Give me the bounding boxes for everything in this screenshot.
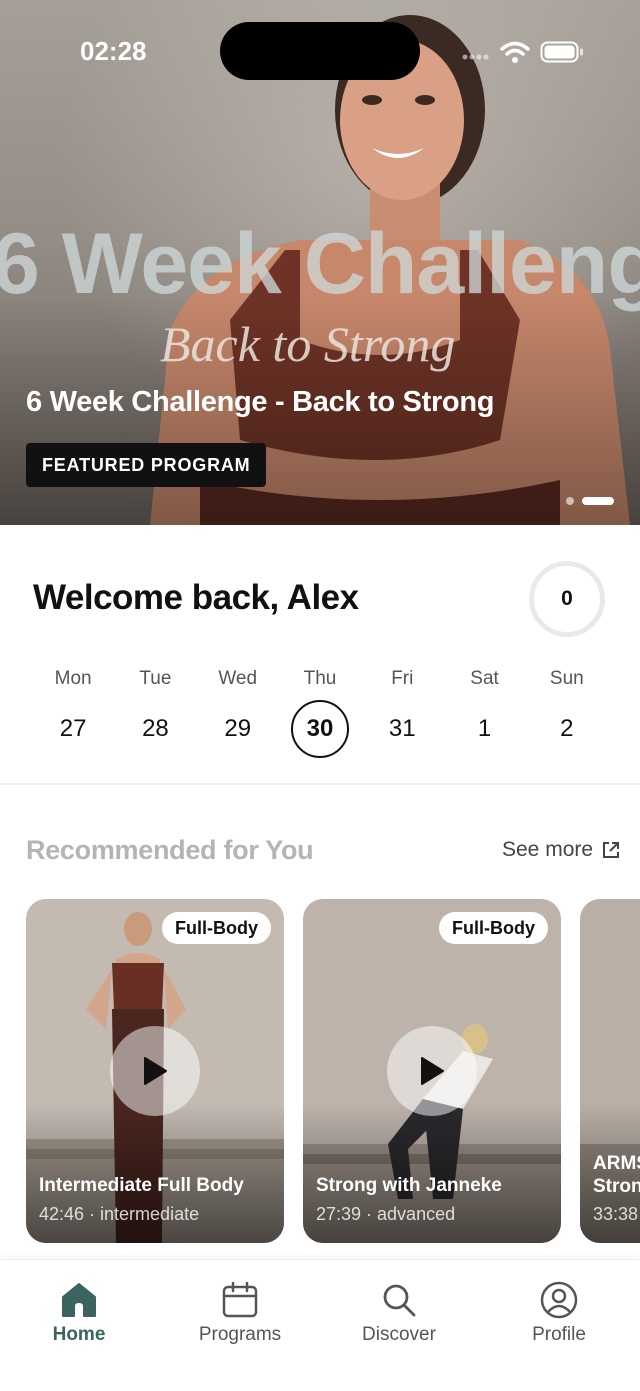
play-button[interactable]: [387, 1026, 477, 1116]
wifi-icon: [500, 41, 530, 63]
workout-meta: 33:38: [593, 1204, 639, 1224]
play-icon: [144, 1057, 167, 1085]
workout-card[interactable]: ARMS Strong 33:38: [580, 899, 640, 1243]
day-name: Sat: [470, 668, 499, 689]
workout-title: Intermediate Full Body: [39, 1175, 244, 1196]
carousel-indicator[interactable]: [566, 497, 614, 505]
day-name: Sun: [549, 668, 584, 689]
day-name: Thu: [303, 668, 337, 689]
carousel-dot[interactable]: [566, 497, 574, 505]
day-sat[interactable]: Sat 1: [443, 665, 525, 758]
status-bar: 02:28: [0, 0, 640, 100]
day-number: 2: [560, 715, 574, 742]
day-number: 29: [224, 715, 252, 742]
day-name: Fri: [391, 668, 414, 689]
day-name: Tue: [139, 668, 172, 689]
home-icon: [62, 1283, 96, 1317]
play-button[interactable]: [110, 1026, 200, 1116]
featured-program-title: 6 Week Challenge - Back to Strong: [26, 386, 495, 418]
day-number: 31: [388, 715, 416, 742]
workout-meta: 42:46 · intermediate: [39, 1204, 200, 1224]
play-icon: [421, 1057, 444, 1085]
day-name: Mon: [54, 668, 92, 689]
calendar-icon: [222, 1281, 258, 1318]
workout-meta: 27:39 · advanced: [316, 1204, 456, 1224]
day-thu-today[interactable]: Thu 30: [279, 665, 361, 758]
tab-bar: Home Programs Discover Profile: [0, 1259, 640, 1391]
day-sun[interactable]: Sun 2: [526, 665, 608, 758]
category-badge: Full-Body: [162, 912, 271, 944]
cellular-signal-icon: [462, 54, 489, 60]
see-more-link[interactable]: See more: [502, 838, 621, 862]
featured-program-badge: FEATURED PROGRAM: [26, 443, 267, 487]
week-calendar: Mon 27 Tue 28 Wed 29 Thu 30 Fri 31 Sat 1…: [32, 665, 608, 758]
status-time: 02:28: [80, 36, 147, 66]
tab-label: Programs: [198, 1324, 282, 1345]
tab-label: Discover: [362, 1324, 436, 1345]
workout-card[interactable]: Full-Body Intermediate Full Body 42:46 ·…: [26, 899, 284, 1243]
day-name: Wed: [218, 668, 258, 689]
day-number: 27: [59, 715, 87, 742]
day-mon[interactable]: Mon 27: [32, 665, 114, 758]
workout-title-line2: Strong: [593, 1176, 640, 1197]
day-number-selected: 30: [290, 700, 349, 758]
workout-card[interactable]: Full-Body Strong with Janneke 27:39 · ad…: [303, 899, 561, 1243]
day-fri[interactable]: Fri 31: [361, 665, 443, 758]
tab-discover[interactable]: Discover: [329, 1280, 469, 1346]
see-more-label: See more: [502, 838, 594, 861]
search-icon: [383, 1284, 416, 1317]
hero-image-headline: 6 Week Challenge: [0, 216, 640, 312]
workout-title: Strong with Janneke: [316, 1175, 502, 1196]
day-number: 1: [477, 715, 492, 742]
section-divider: [0, 783, 640, 785]
tab-label: Profile: [532, 1324, 586, 1345]
recommended-carousel[interactable]: Full-Body Intermediate Full Body 42:46 ·…: [26, 899, 640, 1243]
day-tue[interactable]: Tue 28: [114, 665, 196, 758]
tab-profile[interactable]: Profile: [489, 1280, 629, 1346]
category-badge: Full-Body: [439, 912, 548, 944]
day-wed[interactable]: Wed 29: [197, 665, 279, 758]
activity-count: 0: [561, 587, 573, 610]
tab-label: Home: [52, 1324, 106, 1345]
battery-icon: [540, 41, 583, 63]
workout-title: ARMS: [593, 1153, 640, 1174]
dynamic-island: [220, 22, 420, 80]
welcome-heading: Welcome back, Alex: [33, 578, 359, 617]
external-link-icon: [603, 842, 620, 858]
tab-programs[interactable]: Programs: [170, 1280, 310, 1346]
activity-ring[interactable]: 0: [529, 561, 605, 637]
carousel-dot-active[interactable]: [582, 497, 614, 505]
profile-icon: [540, 1281, 578, 1319]
tab-home[interactable]: Home: [9, 1280, 149, 1346]
day-number: 28: [142, 715, 169, 742]
hero-image-subheadline: Back to Strong: [160, 316, 456, 372]
section-title-recommended: Recommended for You: [26, 835, 314, 865]
